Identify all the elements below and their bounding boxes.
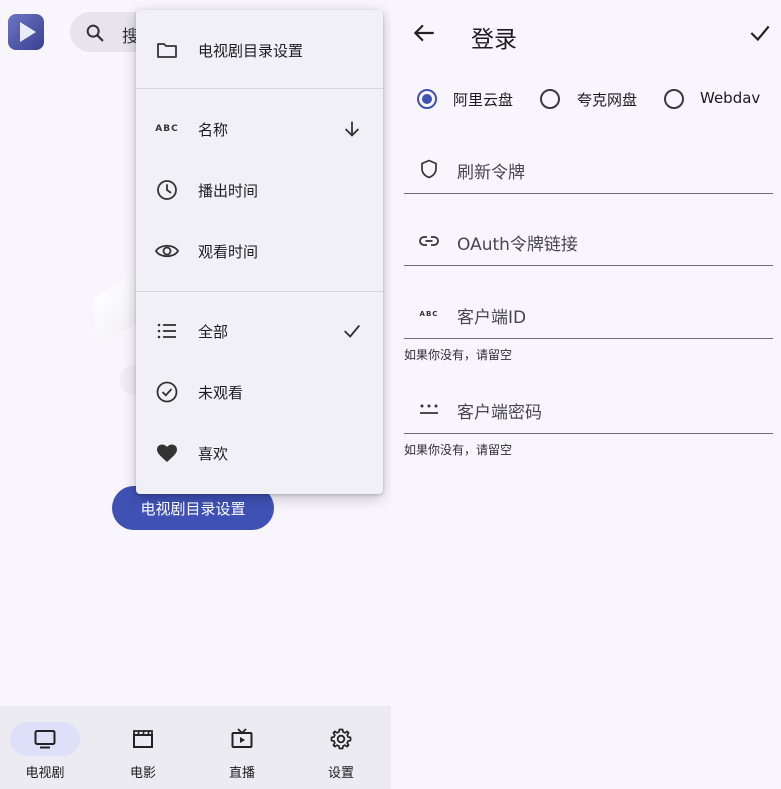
field-placeholder: 客户端密码 bbox=[457, 403, 542, 423]
movie-clapper-icon bbox=[131, 727, 155, 751]
menu-item-sort-air-time[interactable]: 播出时间 bbox=[136, 160, 383, 220]
menu-item-label: 观看时间 bbox=[198, 242, 259, 261]
app-logo bbox=[8, 14, 44, 50]
menu-item-label: 名称 bbox=[198, 120, 229, 139]
menu-item-sort-name[interactable]: ABC 名称 bbox=[136, 99, 383, 159]
menu-item-label: 全部 bbox=[198, 322, 229, 341]
menu-item-label: 电视剧目录设置 bbox=[198, 41, 304, 60]
nav-label: 直播 bbox=[228, 766, 255, 781]
nav-label: 电视剧 bbox=[25, 766, 65, 781]
radio-webdav[interactable] bbox=[664, 89, 684, 109]
menu-item-filter-all[interactable]: 全部 bbox=[136, 301, 383, 361]
folder-icon bbox=[154, 37, 180, 63]
sort-filter-menu: 电视剧目录设置 ABC 名称 播出时间 观看时间 全部 未观看 喜欢 bbox=[136, 10, 383, 494]
menu-divider bbox=[136, 291, 383, 292]
field-placeholder: 刷新令牌 bbox=[457, 163, 525, 183]
heart-icon bbox=[154, 440, 180, 466]
nav-tab-tv[interactable]: 电视剧 bbox=[0, 706, 90, 789]
oauth-link-field[interactable]: OAuth令牌链接 bbox=[404, 216, 773, 266]
menu-item-label: 喜欢 bbox=[198, 444, 229, 463]
live-tv-icon bbox=[230, 727, 254, 751]
menu-item-directory-settings[interactable]: 电视剧目录设置 bbox=[136, 20, 383, 80]
check-icon bbox=[340, 319, 364, 343]
clock-icon bbox=[154, 177, 180, 203]
menu-item-label: 未观看 bbox=[198, 383, 244, 402]
client-secret-helper-text: 如果你没有，请留空 bbox=[404, 443, 513, 457]
menu-divider bbox=[136, 88, 383, 89]
login-screen: 登录 阿里云盘 夸克网盘 Webdav 刷新令牌 OAuth令牌链接 ABC 客… bbox=[391, 0, 781, 789]
client-id-field[interactable]: ABC 客户端ID bbox=[404, 289, 773, 339]
gear-icon bbox=[329, 727, 353, 751]
nav-label: 电影 bbox=[129, 766, 156, 781]
menu-item-sort-watch-time[interactable]: 观看时间 bbox=[136, 221, 383, 281]
radio-label: 夸克网盘 bbox=[577, 91, 638, 109]
password-icon bbox=[418, 398, 440, 420]
bottom-navigation: 电视剧 电影 直播 设置 bbox=[0, 706, 391, 789]
back-arrow-icon[interactable] bbox=[411, 20, 437, 46]
eye-icon bbox=[154, 238, 180, 264]
list-icon bbox=[154, 318, 180, 344]
abc-icon: ABC bbox=[155, 124, 179, 134]
abc-icon: ABC bbox=[419, 310, 439, 318]
shield-icon bbox=[418, 158, 440, 180]
refresh-token-field[interactable]: 刷新令牌 bbox=[404, 144, 773, 194]
search-icon bbox=[84, 22, 106, 48]
menu-item-filter-unwatched[interactable]: 未观看 bbox=[136, 362, 383, 422]
play-logo-icon bbox=[20, 22, 36, 42]
provider-radio-group: 阿里云盘 夸克网盘 Webdav bbox=[391, 86, 781, 114]
radio-label: Webdav bbox=[700, 89, 761, 107]
field-placeholder: OAuth令牌链接 bbox=[457, 235, 578, 255]
radio-aliyun[interactable] bbox=[417, 89, 437, 109]
radio-label: 阿里云盘 bbox=[453, 91, 514, 109]
tv-library-screen: 搜 电视剧目录设置 电视剧目录设置 ABC 名称 播出时间 观看时间 全部 未观… bbox=[0, 0, 391, 789]
client-id-helper-text: 如果你没有，请留空 bbox=[404, 348, 513, 362]
client-secret-field[interactable]: 客户端密码 bbox=[404, 384, 773, 434]
menu-item-filter-favorites[interactable]: 喜欢 bbox=[136, 423, 383, 483]
tv-icon bbox=[33, 727, 57, 751]
menu-item-label: 播出时间 bbox=[198, 181, 259, 200]
nav-tab-movies[interactable]: 电影 bbox=[98, 706, 188, 789]
link-icon bbox=[418, 230, 440, 252]
nav-tab-settings[interactable]: 设置 bbox=[296, 706, 386, 789]
page-title: 登录 bbox=[471, 27, 517, 53]
radio-quark[interactable] bbox=[540, 89, 560, 109]
check-circle-icon bbox=[154, 379, 180, 405]
nav-tab-live[interactable]: 直播 bbox=[197, 706, 287, 789]
field-placeholder: 客户端ID bbox=[457, 308, 527, 328]
arrow-down-icon bbox=[340, 117, 364, 141]
nav-label: 设置 bbox=[327, 766, 354, 781]
confirm-check-icon[interactable] bbox=[747, 20, 773, 46]
